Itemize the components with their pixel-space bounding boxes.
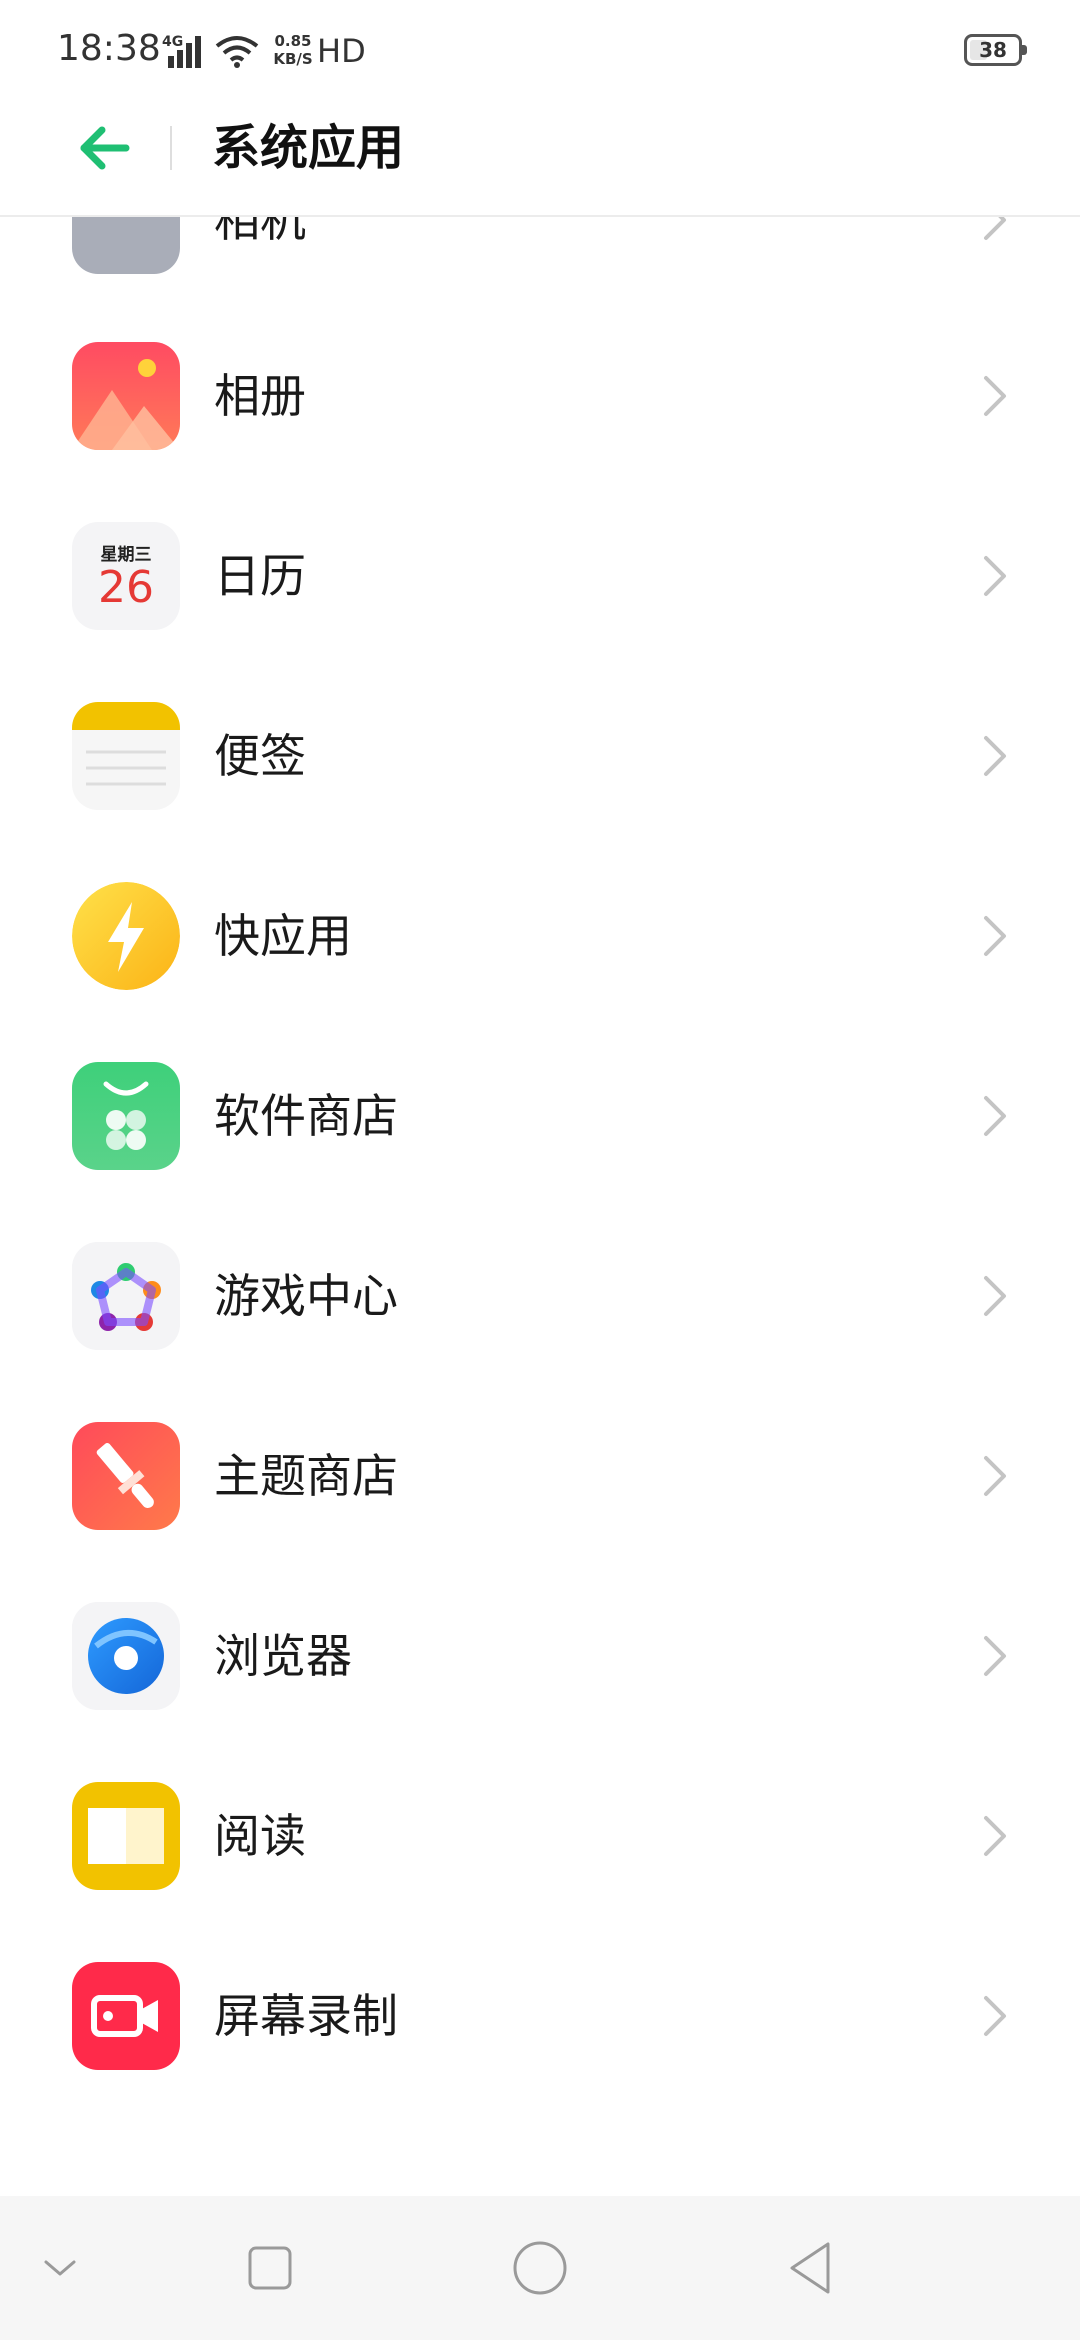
list-item-reader[interactable]: 阅读 <box>0 1746 1080 1926</box>
chevron-right-icon <box>984 916 1006 956</box>
quick-app-icon <box>72 882 180 990</box>
app-label: 屏幕录制 <box>214 1989 398 2043</box>
app-label: 浏览器 <box>214 1629 352 1683</box>
chevron-right-icon <box>984 1816 1006 1856</box>
screen-record-app-icon <box>72 1962 180 2070</box>
list-item-quick-app[interactable]: 快应用 <box>0 846 1080 1026</box>
arrow-left-icon[interactable] <box>76 120 132 176</box>
app-label: 游戏中心 <box>214 1269 398 1323</box>
home-icon[interactable] <box>508 2236 572 2300</box>
list-item-notes[interactable]: 便签 <box>0 666 1080 846</box>
network-speed: 0.85 KB/S <box>270 32 316 68</box>
calendar-app-icon: 星期三 26 <box>72 522 180 630</box>
chevron-right-icon <box>984 556 1006 596</box>
browser-app-icon <box>72 1602 180 1710</box>
battery-percent: 38 <box>979 38 1007 62</box>
network-speed-value: 0.85 <box>274 32 312 50</box>
battery-icon: 38 <box>964 34 1027 66</box>
reader-app-icon <box>72 1782 180 1890</box>
calendar-day: 26 <box>98 562 154 613</box>
app-label: 日历 <box>214 549 306 603</box>
list-item-theme-store[interactable]: 主题商店 <box>0 1386 1080 1566</box>
chevron-right-icon <box>984 1996 1006 2036</box>
network-speed-unit: KB/S <box>273 50 313 68</box>
collapse-icon[interactable] <box>28 2236 92 2300</box>
status-bar: 18:38 4G 0.85 KB/S HD 38 <box>0 0 1080 104</box>
cell-signal-icon <box>168 36 201 68</box>
app-label: 相册 <box>214 369 306 423</box>
app-label: 快应用 <box>214 909 352 963</box>
recents-icon[interactable] <box>238 2236 302 2300</box>
hd-indicator: HD <box>317 32 366 70</box>
list-item-calendar[interactable]: 星期三 26 日历 <box>0 486 1080 666</box>
list-item-browser[interactable]: 浏览器 <box>0 1566 1080 1746</box>
chevron-right-icon <box>984 1456 1006 1496</box>
header-divider <box>170 126 172 170</box>
app-label: 便签 <box>214 729 306 783</box>
back-triangle-icon[interactable] <box>778 2236 842 2300</box>
app-label: 阅读 <box>214 1809 306 1863</box>
page-title: 系统应用 <box>212 120 405 176</box>
list-item-photos[interactable]: 相册 <box>0 306 1080 486</box>
list-item-game-center[interactable]: 游戏中心 <box>0 1206 1080 1386</box>
status-time: 18:38 <box>57 28 161 69</box>
chevron-right-icon <box>984 736 1006 776</box>
theme-store-icon <box>72 1422 180 1530</box>
chevron-right-icon <box>984 376 1006 416</box>
game-center-icon <box>72 1242 180 1350</box>
app-store-icon <box>72 1062 180 1170</box>
wifi-icon <box>215 36 259 68</box>
list-item-screen-record[interactable]: 屏幕录制 <box>0 1926 1080 2106</box>
chevron-right-icon <box>984 1276 1006 1316</box>
chevron-right-icon <box>984 1096 1006 1136</box>
chevron-right-icon <box>984 1636 1006 1676</box>
app-label: 软件商店 <box>214 1089 398 1143</box>
page-header: 18:38 4G 0.85 KB/S HD 38 系统应用 <box>0 0 1080 217</box>
notes-app-icon <box>72 702 180 810</box>
photos-app-icon <box>72 342 180 450</box>
battery-tip <box>1022 45 1027 55</box>
list-item-app-store[interactable]: 软件商店 <box>0 1026 1080 1206</box>
system-nav-bar <box>0 2196 1080 2340</box>
app-label: 主题商店 <box>214 1449 398 1503</box>
